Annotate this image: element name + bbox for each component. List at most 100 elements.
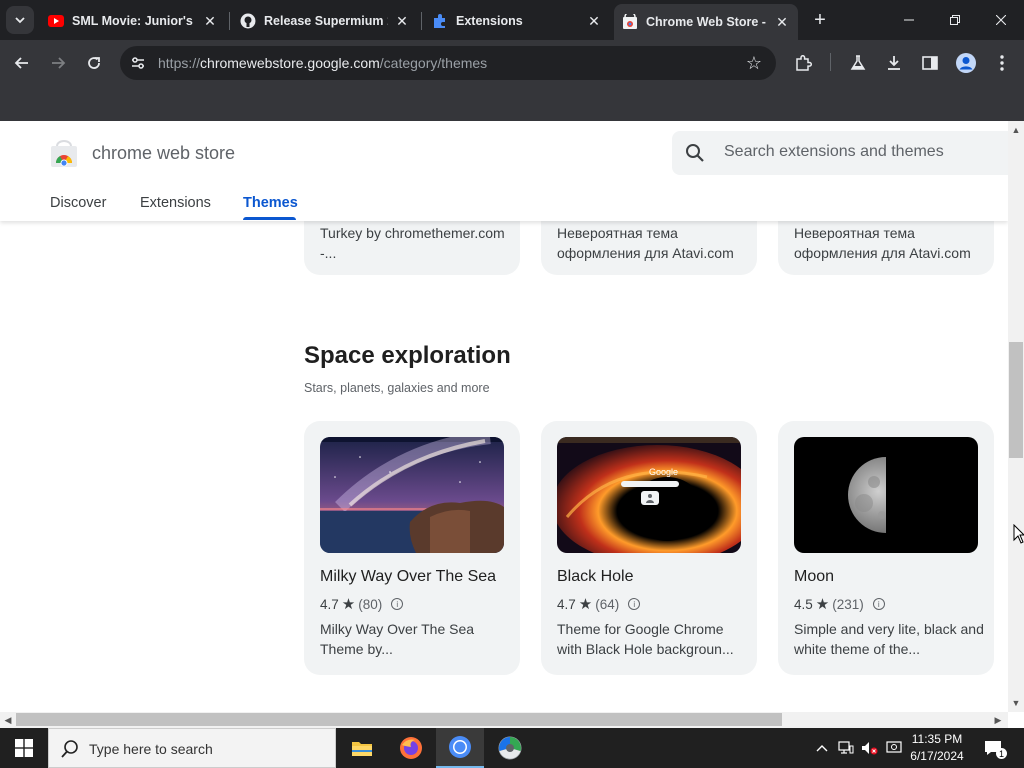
store-brand-name[interactable]: chrome web store (92, 143, 235, 164)
notification-center-button[interactable]: 1 (978, 728, 1008, 768)
supermium-icon (498, 736, 522, 760)
rating-value: 4.5 (794, 596, 813, 612)
theme-thumbnail (794, 437, 978, 553)
search-icon (686, 144, 704, 162)
puzzle-icon (432, 13, 448, 29)
supermium-button[interactable] (486, 728, 534, 768)
bookmark-star-icon[interactable]: ☆ (744, 53, 764, 73)
chrome-button[interactable] (436, 728, 484, 768)
close-icon[interactable]: ✕ (202, 13, 218, 29)
labs-button[interactable] (845, 50, 871, 76)
tab-chrome-web-store[interactable]: Chrome Web Store - T ✕ (614, 4, 798, 40)
tab-github[interactable]: Release Supermium 1.2 ✕ (232, 4, 418, 38)
theme-name: Moon (794, 568, 835, 585)
rating-count: (231) (832, 596, 864, 612)
site-settings-icon[interactable] (128, 53, 148, 73)
taskbar-clock[interactable]: 11:35 PM 6/17/2024 (904, 731, 970, 765)
tab-title: Extensions (456, 14, 523, 28)
tab-divider (229, 12, 230, 30)
tab-search-button[interactable] (6, 6, 34, 34)
forward-button[interactable] (44, 49, 72, 77)
theme-description: Невероятная тема оформления для Atavi.co… (557, 225, 734, 261)
reload-icon (88, 57, 100, 69)
tab-themes[interactable]: Themes (243, 195, 298, 211)
tab-divider (421, 12, 422, 30)
address-bar[interactable]: https://chromewebstore.google.com/catego… (120, 46, 776, 80)
toolbar-divider (830, 53, 831, 71)
star-icon: ★ (815, 596, 830, 613)
vertical-scroll-thumb[interactable] (1009, 342, 1023, 458)
reload-button[interactable] (80, 49, 108, 77)
network-icon (838, 741, 854, 754)
profile-button[interactable] (953, 50, 979, 76)
theme-card[interactable]: Milky Way Over The Sea 4.7 ★ (80) i Milk… (304, 421, 520, 675)
theme-description: Theme for Google Chrome with Black Hole … (557, 621, 734, 657)
browser-toolbar: https://chromewebstore.google.com/catego… (0, 40, 1024, 86)
scroll-up-arrow-icon[interactable]: ▲ (1009, 123, 1023, 137)
download-icon (888, 56, 900, 70)
back-button[interactable] (8, 49, 36, 77)
scroll-down-arrow-icon[interactable]: ▼ (1009, 696, 1023, 710)
file-explorer-button[interactable] (338, 728, 386, 768)
display-button[interactable] (883, 728, 905, 768)
restore-button[interactable] (932, 0, 978, 40)
store-header: chrome web store Search extensions and t… (0, 121, 1008, 221)
tab-extensions[interactable]: Extensions (140, 195, 211, 211)
firefox-icon (400, 737, 422, 759)
search-icon (61, 740, 78, 758)
info-icon[interactable]: i (628, 598, 641, 610)
section-title: Space exploration (304, 342, 511, 369)
store-search-input[interactable]: Search extensions and themes (672, 131, 1008, 175)
windows-logo-icon (15, 739, 33, 757)
close-window-button[interactable] (978, 0, 1024, 40)
scroll-right-arrow-icon[interactable]: ▶ (991, 713, 1005, 727)
scroll-left-arrow-icon[interactable]: ◀ (1, 713, 15, 727)
horizontal-scroll-thumb[interactable] (16, 713, 782, 726)
web-store-page: Turkey by chromethemer.com -... Невероят… (0, 121, 1008, 712)
puzzle-icon (796, 54, 813, 71)
star-icon: ★ (341, 596, 356, 613)
network-button[interactable] (835, 728, 857, 768)
section-subtitle: Stars, planets, galaxies and more (304, 381, 490, 395)
back-arrow-icon (14, 57, 28, 69)
theme-thumbnail (320, 437, 504, 553)
url-scheme: https:// (158, 55, 201, 71)
theme-card[interactable]: Moon 4.5 ★ (231) i Simple and very lite,… (778, 421, 994, 675)
windows-taskbar: Type here to search 11:35 PM 6/17/2024 1 (0, 728, 1024, 768)
tab-youtube[interactable]: SML Movie: Junior's C ✕ (40, 4, 226, 38)
tab-discover[interactable]: Discover (50, 195, 106, 211)
volume-button[interactable] (859, 728, 881, 768)
taskbar-search-input[interactable]: Type here to search (48, 728, 336, 768)
info-icon[interactable]: i (872, 598, 885, 610)
tab-title: Chrome Web Store - T (646, 15, 768, 29)
volume-muted-icon (862, 742, 878, 755)
chrome-web-store-logo[interactable] (50, 140, 78, 168)
chrome-menu-button[interactable] (989, 50, 1015, 76)
show-hidden-icons-button[interactable] (812, 728, 832, 768)
downloads-button[interactable] (881, 50, 907, 76)
forward-arrow-icon (52, 57, 66, 69)
url-path: /category/themes (379, 55, 488, 71)
clock-time: 11:35 PM (911, 732, 963, 746)
rating-value: 4.7 (557, 596, 576, 612)
rating-value: 4.7 (320, 596, 339, 612)
close-icon[interactable]: ✕ (774, 14, 790, 30)
info-icon[interactable]: i (391, 598, 404, 610)
firefox-button[interactable] (387, 728, 435, 768)
start-button[interactable] (0, 728, 48, 768)
side-panel-button[interactable] (917, 50, 943, 76)
svg-text:Google: Google (649, 467, 678, 477)
close-icon[interactable]: ✕ (394, 13, 410, 29)
youtube-icon (48, 13, 64, 29)
new-tab-button[interactable]: + (808, 8, 832, 32)
minimize-button[interactable] (886, 0, 932, 40)
close-icon[interactable]: ✕ (586, 13, 602, 29)
github-icon (240, 13, 256, 29)
url-text[interactable]: https://chromewebstore.google.com/catego… (158, 55, 487, 71)
theme-name: Black Hole (557, 568, 634, 585)
bookmarks-bar (0, 86, 1024, 121)
avatar-icon (956, 53, 976, 73)
extensions-button[interactable] (791, 50, 817, 76)
tab-extensions[interactable]: Extensions ✕ (424, 4, 610, 38)
theme-card[interactable]: Google Black Hole 4.7 ★ (64) i Theme for… (541, 421, 757, 675)
